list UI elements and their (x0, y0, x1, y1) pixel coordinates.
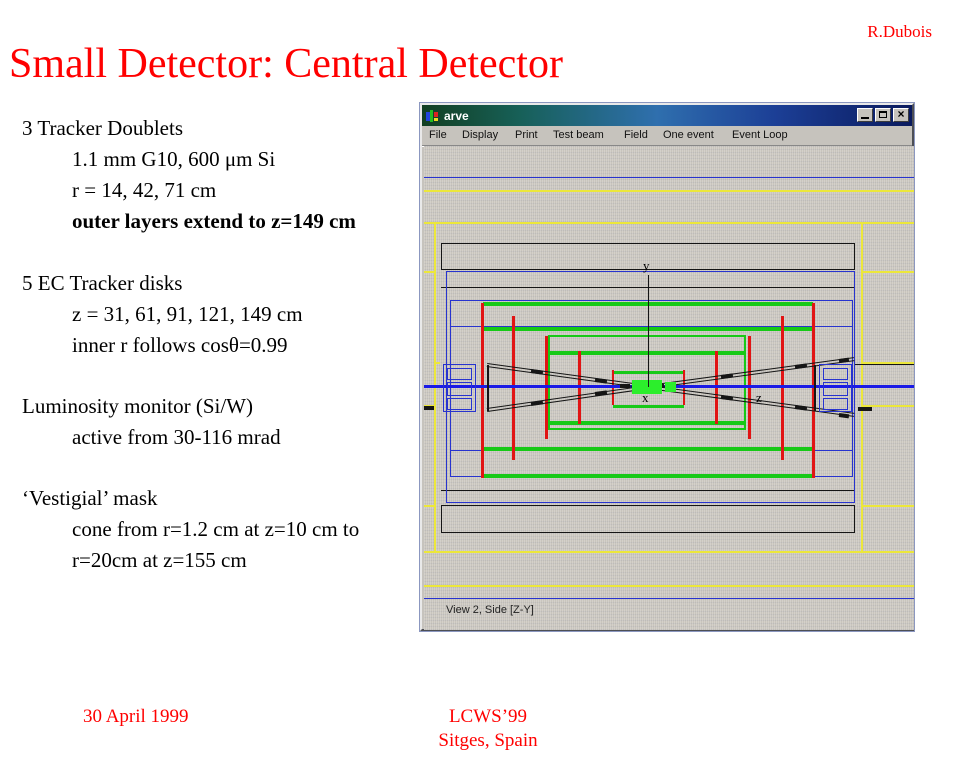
quad-box-right-seg1 (823, 368, 848, 380)
minimize-button[interactable] (857, 108, 873, 122)
window-titlebar[interactable]: arve (422, 105, 912, 126)
quad-box-left-seg3 (447, 398, 472, 410)
grid-yellow-top (424, 190, 914, 192)
grid-blue-bottom (424, 598, 914, 599)
ec-disk-right-z121 (781, 316, 784, 460)
bullet-heading-tracker-doublets: 3 Tracker Doublets (22, 116, 183, 140)
tracker-layer-r71-bottom (483, 474, 813, 478)
menu-display[interactable]: Display (462, 129, 498, 141)
margin-yellow-right-1 (863, 271, 914, 273)
bullet-heading-vestigial-mask: ‘Vestigial’ mask (22, 486, 158, 510)
bullet-line: r=20cm at z=155 cm (72, 548, 247, 572)
x-axis-label: x (642, 390, 649, 405)
quad-box-left-seg1 (447, 368, 472, 380)
bullet-line: active from 30-116 mrad (72, 425, 281, 449)
menu-event-loop[interactable]: Event Loop (732, 129, 788, 141)
window-menubar: File Display Print Test beam Field One e… (422, 126, 912, 146)
ec-disk-left-z149 (481, 303, 484, 478)
beam-dash-margin-left (424, 406, 434, 410)
app-window: arve File Display Print Test beam Field … (419, 102, 915, 632)
maximize-button[interactable] (875, 108, 891, 122)
close-button[interactable] (893, 107, 909, 122)
author-credit: R.Dubois (867, 22, 932, 41)
footer-conference: LCWS’99 (448, 706, 528, 727)
bullet-line: inner r follows cosθ=0.99 (72, 333, 288, 357)
quad-box-right-seg2 (823, 382, 848, 396)
menu-file[interactable]: File (429, 129, 447, 141)
app-icon[interactable] (425, 109, 439, 123)
footer-date: 30 April 1999 (83, 706, 189, 727)
bullet-line: 1.1 mm G10, 600 μm Si (72, 147, 276, 171)
bullet-line-bold: outer layers extend to z=149 cm (72, 209, 356, 233)
menu-print[interactable]: Print (515, 129, 538, 141)
mask-cap-right (814, 365, 816, 411)
window-title: arve (444, 108, 469, 123)
footer-location: Sitges, Spain (438, 730, 538, 751)
outer-box-yellow-top (424, 222, 914, 224)
menu-one-event[interactable]: One event (663, 129, 714, 141)
outer-box-yellow-bottom (424, 551, 914, 553)
y-axis-line (648, 275, 649, 387)
grid-yellow-bottom (424, 585, 914, 587)
beampipe-line-right (855, 364, 914, 365)
tracker-layer-r55-bottom (483, 447, 813, 451)
z-axis-label: z (756, 390, 762, 405)
status-bar: View 2, Side [Z-Y] (446, 604, 534, 616)
beam-dash-margin-right (858, 407, 872, 411)
bullet-line: cone from r=1.2 cm at z=10 cm to (72, 517, 360, 541)
detector-view-canvas[interactable]: y x z View 2, Side [Z-Y] (424, 146, 914, 630)
hcal-box-bottom (441, 505, 855, 533)
bullet-line: z = 31, 61, 91, 121, 149 cm (72, 302, 303, 326)
quad-box-right-seg3 (823, 398, 848, 410)
ec-disk-left-z121 (512, 316, 515, 460)
grid-blue-top (424, 177, 914, 178)
margin-yellow-left-4 (424, 505, 434, 507)
page-title: Small Detector: Central Detector (9, 41, 563, 87)
bullet-line: r = 14, 42, 71 cm (72, 178, 217, 202)
menu-test-beam[interactable]: Test beam (553, 129, 604, 141)
margin-yellow-left-2 (434, 362, 440, 364)
margin-yellow-left-1 (424, 271, 434, 273)
quad-box-left-seg2 (447, 382, 472, 396)
margin-yellow-right-4 (863, 505, 914, 507)
vertex-detector-side (665, 382, 676, 392)
mask-cap-left (487, 365, 489, 411)
bullet-heading-luminosity-monitor: Luminosity monitor (Si/W) (22, 394, 253, 418)
bullet-heading-ec-disks: 5 EC Tracker disks (22, 271, 183, 295)
menu-field[interactable]: Field (624, 129, 648, 141)
tracker-layer-r14-bottom (613, 405, 684, 408)
y-axis-label: y (643, 258, 650, 273)
